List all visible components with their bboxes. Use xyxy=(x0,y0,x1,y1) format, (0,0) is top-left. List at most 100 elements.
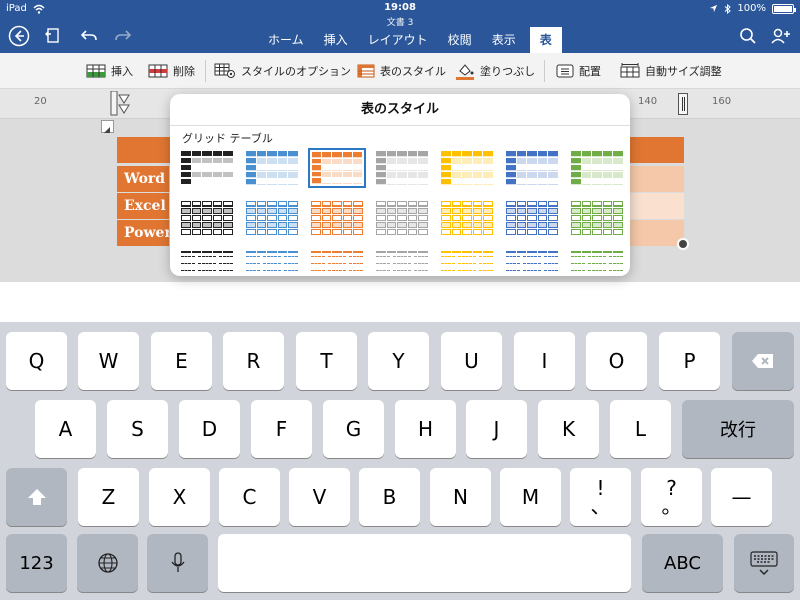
page-area[interactable] xyxy=(0,282,800,322)
tab-table[interactable]: 表 xyxy=(529,27,562,53)
return-key[interactable]: 改行 xyxy=(682,400,794,458)
triangle-icon xyxy=(104,127,110,133)
table-styles-popover: 表のスタイル グリッド テーブル xyxy=(170,94,630,276)
key-g[interactable]: G xyxy=(323,400,384,458)
files-button[interactable] xyxy=(42,25,64,47)
table-style-thumbnail[interactable] xyxy=(438,248,496,276)
numbers-key[interactable]: 123 xyxy=(6,534,67,592)
key-i[interactable]: I xyxy=(514,332,575,390)
table-styles-button[interactable]: 表のスタイル xyxy=(357,61,446,81)
fill-button[interactable]: 塗りつぶし xyxy=(455,61,535,81)
table-style-thumbnail[interactable] xyxy=(438,198,496,238)
key-n[interactable]: N xyxy=(430,468,491,526)
table-style-thumbnail[interactable] xyxy=(243,198,301,238)
key-b[interactable]: B xyxy=(359,468,420,526)
ruler-indent-marker[interactable] xyxy=(110,90,132,117)
popover-title: 表のスタイル xyxy=(170,94,630,126)
key-w[interactable]: W xyxy=(78,332,139,390)
tab-layout[interactable]: レイアウト xyxy=(358,27,438,53)
key-f[interactable]: F xyxy=(251,400,312,458)
key-v[interactable]: V xyxy=(289,468,350,526)
table-style-thumbnail[interactable] xyxy=(503,198,561,238)
table-style-thumbnail[interactable] xyxy=(568,148,626,188)
table-style-thumbnail[interactable] xyxy=(568,198,626,238)
key-r[interactable]: R xyxy=(223,332,284,390)
table-style-thumbnail[interactable] xyxy=(503,248,561,276)
table-style-thumbnail[interactable] xyxy=(438,148,496,188)
abc-key[interactable]: ABC xyxy=(642,534,723,592)
undo-icon xyxy=(80,30,97,41)
table-style-thumbnail[interactable] xyxy=(243,148,301,188)
question-period-key[interactable]: ? 。 xyxy=(641,468,702,526)
ruler-label: 20 xyxy=(34,96,47,107)
table-resize-handle[interactable] xyxy=(677,238,689,250)
table-style-thumbnail[interactable] xyxy=(178,148,236,188)
dismiss-keyboard-key[interactable] xyxy=(734,534,794,592)
exclamation-comma-key[interactable]: ! 、 xyxy=(570,468,631,526)
table-cell[interactable]: Power xyxy=(117,220,169,246)
key-j[interactable]: J xyxy=(466,400,527,458)
table-cell[interactable]: Excel xyxy=(117,193,169,219)
key-d[interactable]: D xyxy=(179,400,240,458)
key-x[interactable]: X xyxy=(149,468,210,526)
key-s[interactable]: S xyxy=(107,400,168,458)
style-options-button[interactable]: スタイルのオプション xyxy=(214,61,351,81)
back-circle-icon xyxy=(8,25,30,47)
key-u[interactable]: U xyxy=(441,332,502,390)
tab-view[interactable]: 表示 xyxy=(482,27,526,53)
table-style-thumbnail[interactable] xyxy=(178,198,236,238)
style-options-label: スタイルのオプション xyxy=(241,65,351,78)
delete-button[interactable]: 削除 xyxy=(148,61,195,81)
dash-key[interactable]: — xyxy=(711,468,772,526)
autofit-button[interactable]: 自動サイズ調整 xyxy=(620,61,722,81)
battery-percent: 100% xyxy=(737,3,766,14)
key-o[interactable]: O xyxy=(586,332,647,390)
insert-rows-button[interactable]: 挿入 xyxy=(86,61,133,81)
undo-button[interactable] xyxy=(78,25,100,47)
table-style-thumbnail[interactable] xyxy=(308,198,366,238)
key-t[interactable]: T xyxy=(296,332,357,390)
table-style-thumbnail[interactable] xyxy=(568,248,626,276)
key-p[interactable]: P xyxy=(659,332,720,390)
key-e[interactable]: E xyxy=(151,332,212,390)
redo-button[interactable] xyxy=(112,25,134,47)
add-person-icon xyxy=(771,28,790,44)
search-button[interactable] xyxy=(737,25,759,47)
ribbon-separator xyxy=(544,60,545,82)
table-style-thumbnail[interactable] xyxy=(373,198,431,238)
tab-home[interactable]: ホーム xyxy=(258,27,314,53)
table-move-handle[interactable] xyxy=(101,120,114,133)
globe-key[interactable] xyxy=(77,534,138,592)
table-style-thumbnail[interactable] xyxy=(373,148,431,188)
key-h[interactable]: H xyxy=(395,400,456,458)
key-k[interactable]: K xyxy=(538,400,599,458)
tab-review[interactable]: 校閲 xyxy=(438,27,482,53)
space-key[interactable] xyxy=(218,534,631,592)
alignment-button[interactable]: 配置 xyxy=(556,61,601,81)
key-l[interactable]: L xyxy=(610,400,671,458)
key-y[interactable]: Y xyxy=(368,332,429,390)
key-a[interactable]: A xyxy=(35,400,96,458)
table-style-thumbnail[interactable] xyxy=(243,248,301,276)
key-c[interactable]: C xyxy=(219,468,280,526)
key-m[interactable]: M xyxy=(500,468,561,526)
key-z[interactable]: Z xyxy=(78,468,139,526)
table-style-thumbnail[interactable] xyxy=(178,248,236,276)
table-cell[interactable]: Word xyxy=(117,166,169,192)
ruler-column-marker[interactable] xyxy=(678,93,688,115)
table-style-thumbnail[interactable] xyxy=(503,148,561,188)
fill-label: 塗りつぶし xyxy=(480,65,536,78)
key-q[interactable]: Q xyxy=(6,332,67,390)
back-button[interactable] xyxy=(8,25,30,47)
tab-insert[interactable]: 挿入 xyxy=(314,27,358,53)
shift-key[interactable] xyxy=(6,468,67,526)
backspace-key[interactable] xyxy=(732,332,794,390)
key-bottom-char: 。 xyxy=(661,494,682,518)
table-style-thumbnail[interactable] xyxy=(308,248,366,276)
dictation-key[interactable] xyxy=(147,534,208,592)
table-styles-label: 表のスタイル xyxy=(380,65,446,78)
table-style-thumbnail[interactable] xyxy=(308,148,366,188)
table-style-thumbnail[interactable] xyxy=(373,248,431,276)
share-button[interactable] xyxy=(770,25,792,47)
align-box-icon xyxy=(556,64,574,78)
